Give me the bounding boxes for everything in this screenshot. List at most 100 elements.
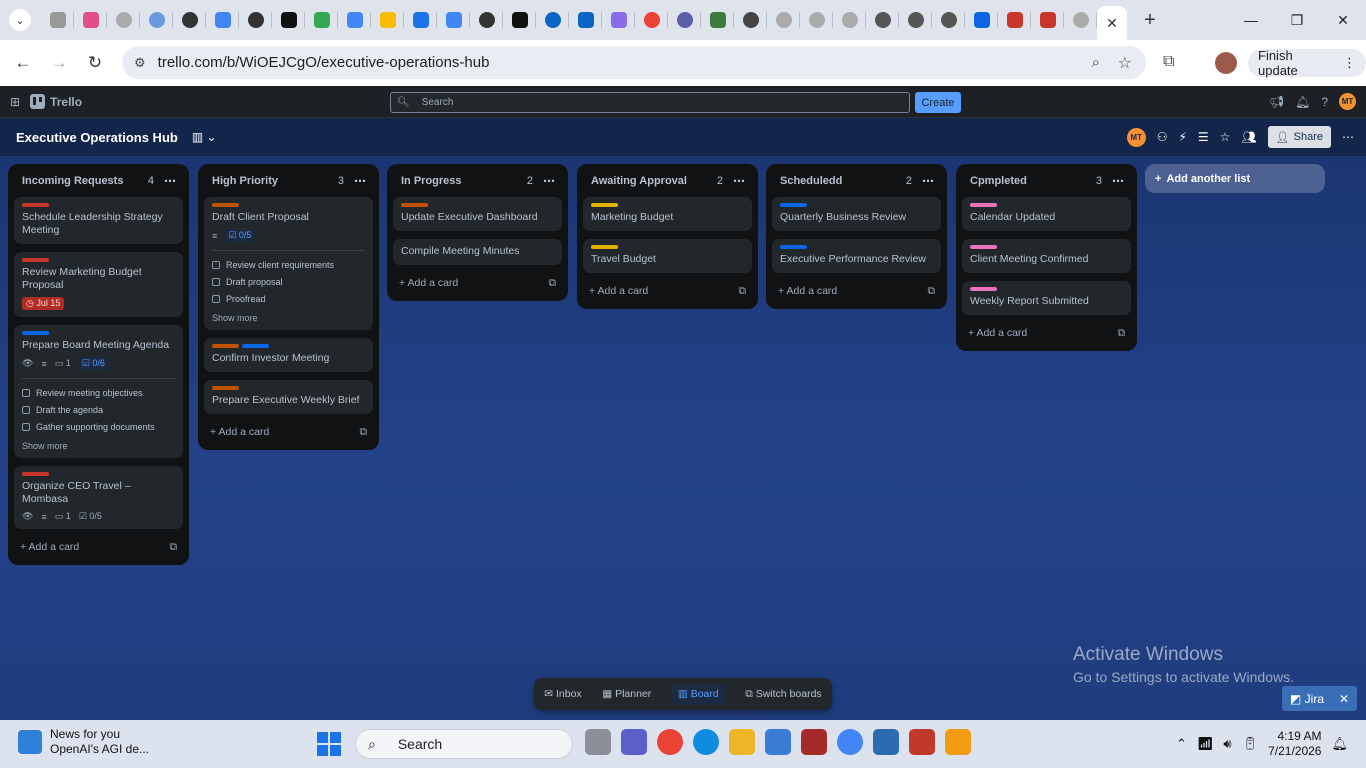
back-icon[interactable]: ← [5, 53, 41, 73]
create-button[interactable]: Create [915, 92, 961, 113]
tab[interactable] [866, 0, 899, 40]
tab[interactable] [899, 0, 932, 40]
board-title[interactable]: Executive Operations Hub [16, 130, 178, 145]
add-card-button[interactable]: + Add a card ⧉ [14, 537, 183, 557]
active-tab-close-icon[interactable]: ✕ [1097, 6, 1127, 40]
zoom-icon[interactable]: ⌕ [1092, 54, 1100, 71]
visibility-icon[interactable]: 👥︎ [1241, 130, 1256, 144]
checklist-item[interactable]: Gather supporting documents [22, 418, 175, 435]
list-menu-icon[interactable]: ⋯ [543, 174, 556, 188]
tab[interactable] [965, 0, 998, 40]
tab[interactable] [470, 0, 503, 40]
create-from-template-icon[interactable]: ⧉ [170, 541, 178, 554]
tab[interactable] [503, 0, 536, 40]
checkbox-icon[interactable] [22, 405, 30, 414]
board-member-avatar[interactable]: MT [1126, 127, 1146, 147]
filter-icon[interactable]: ☰ [1198, 130, 1209, 144]
chrome-profile-icon[interactable] [837, 729, 863, 755]
help-icon[interactable]: ? [1321, 95, 1328, 109]
tab[interactable] [239, 0, 272, 40]
card[interactable]: Organize CEO Travel – Mombasa 👁︎ ≡ ▭ 1 ☑… [14, 466, 183, 529]
tab[interactable] [932, 0, 965, 40]
list-menu-icon[interactable]: ⋯ [1112, 174, 1125, 188]
list-header[interactable]: Incoming Requests 4 ⋯ [14, 164, 183, 197]
checklist-item[interactable]: Draft proposal [212, 273, 365, 290]
photos-icon[interactable] [873, 729, 899, 755]
card[interactable]: Draft Client Proposal ≡ ☑ 0/5 Review cli… [204, 197, 373, 330]
tab[interactable] [305, 0, 338, 40]
checklist-item[interactable]: Draft the agenda [22, 401, 175, 418]
tab[interactable] [569, 0, 602, 40]
card[interactable]: Schedule Leadership Strategy Meeting [14, 197, 183, 244]
list-header[interactable]: High Priority 3 ⋯ [204, 164, 373, 197]
search-input[interactable]: 🔍︎ Search [390, 92, 910, 113]
add-card-button[interactable]: + Add a card ⧉ [772, 281, 941, 301]
add-list-button[interactable]: + Add another list [1145, 164, 1325, 193]
wifi-icon[interactable]: 📶︎ [1197, 736, 1214, 752]
add-card-button[interactable]: + Add a card ⧉ [962, 323, 1131, 343]
tab[interactable] [41, 0, 74, 40]
tab[interactable] [173, 0, 206, 40]
store-icon[interactable] [765, 729, 791, 755]
vlc-icon[interactable] [945, 729, 971, 755]
tab[interactable] [602, 0, 635, 40]
tab[interactable] [701, 0, 734, 40]
edge-icon[interactable] [693, 729, 719, 755]
list-header[interactable]: In Progress 2 ⋯ [393, 164, 562, 197]
card[interactable]: Client Meeting Confirmed [962, 239, 1131, 273]
due-date-badge[interactable]: ◷ Jul 15 [22, 297, 65, 310]
profile-avatar[interactable] [1215, 52, 1237, 74]
trello-logo[interactable]: Trello [30, 94, 82, 109]
archive-app-icon[interactable] [801, 729, 827, 755]
tab[interactable] [437, 0, 470, 40]
tab[interactable] [998, 0, 1031, 40]
list-menu-icon[interactable]: ⋯ [164, 174, 177, 188]
card[interactable]: Confirm Investor Meeting [204, 338, 373, 372]
star-board-icon[interactable]: ☆ [1220, 130, 1231, 144]
board-menu-icon[interactable]: ⋯ [1342, 130, 1354, 144]
close-icon[interactable]: ✕ [1339, 692, 1349, 706]
card[interactable]: Executive Performance Review [772, 239, 941, 273]
card[interactable]: Prepare Executive Weekly Brief [204, 380, 373, 414]
address-bar[interactable]: ⚙ trello.com/b/WiOEJCgO/executive-operat… [122, 46, 1146, 79]
battery-icon[interactable]: 🔋︎ [1242, 736, 1259, 752]
checklist-item[interactable]: Proofread [212, 290, 365, 307]
finish-update-button[interactable]: Finish update ⋮ [1248, 48, 1366, 78]
megaphone-icon[interactable]: 📢︎ [1269, 95, 1284, 109]
power-ups-icon[interactable]: ⚇ [1157, 130, 1168, 144]
create-from-template-icon[interactable]: ⧉ [360, 426, 368, 439]
card[interactable]: Weekly Report Submitted [962, 281, 1131, 315]
board-view-switcher[interactable]: ▥ ⌄ [192, 130, 217, 144]
tab-search-chevron-icon[interactable]: ⌄ [9, 9, 31, 31]
close-window-icon[interactable]: ✕ [1320, 0, 1366, 40]
tab[interactable] [1064, 0, 1097, 40]
tab[interactable] [635, 0, 668, 40]
tab[interactable] [1031, 0, 1064, 40]
minimize-icon[interactable]: — [1228, 0, 1274, 40]
file-explorer-icon[interactable] [729, 729, 755, 755]
checklist-item[interactable]: Review client requirements [212, 256, 365, 273]
checklist-item[interactable]: Review meeting objectives [22, 384, 175, 401]
forward-icon[interactable]: → [41, 53, 77, 73]
card[interactable]: Update Executive Dashboard [393, 197, 562, 231]
tab[interactable] [140, 0, 173, 40]
task-view-icon[interactable] [585, 729, 611, 755]
checkbox-icon[interactable] [212, 277, 220, 286]
url-text[interactable]: trello.com/b/WiOEJCgO/executive-operatio… [158, 54, 490, 71]
site-info-icon[interactable]: ⚙ [134, 55, 146, 71]
tab[interactable] [536, 0, 569, 40]
teams-icon[interactable] [621, 729, 647, 755]
reload-icon[interactable]: ↻ [77, 53, 113, 73]
bell-icon[interactable]: 🔔︎ [1295, 95, 1310, 109]
taskbar-search[interactable]: ⌕ Search [355, 729, 573, 759]
checkbox-icon[interactable] [212, 260, 220, 269]
show-more-link[interactable]: Show more [22, 441, 175, 451]
chevron-up-icon[interactable]: ⌃ [1176, 736, 1187, 752]
extensions-icon[interactable]: ⧉ [1163, 53, 1174, 71]
add-card-button[interactable]: + Add a card ⧉ [583, 281, 752, 301]
inbox-tab[interactable]: ✉ Inbox [544, 688, 581, 700]
app-switcher-icon[interactable]: ⊞ [10, 95, 20, 109]
tab[interactable] [206, 0, 239, 40]
tab[interactable] [74, 0, 107, 40]
list-header[interactable]: Cpmpleted 3 ⋯ [962, 164, 1131, 197]
